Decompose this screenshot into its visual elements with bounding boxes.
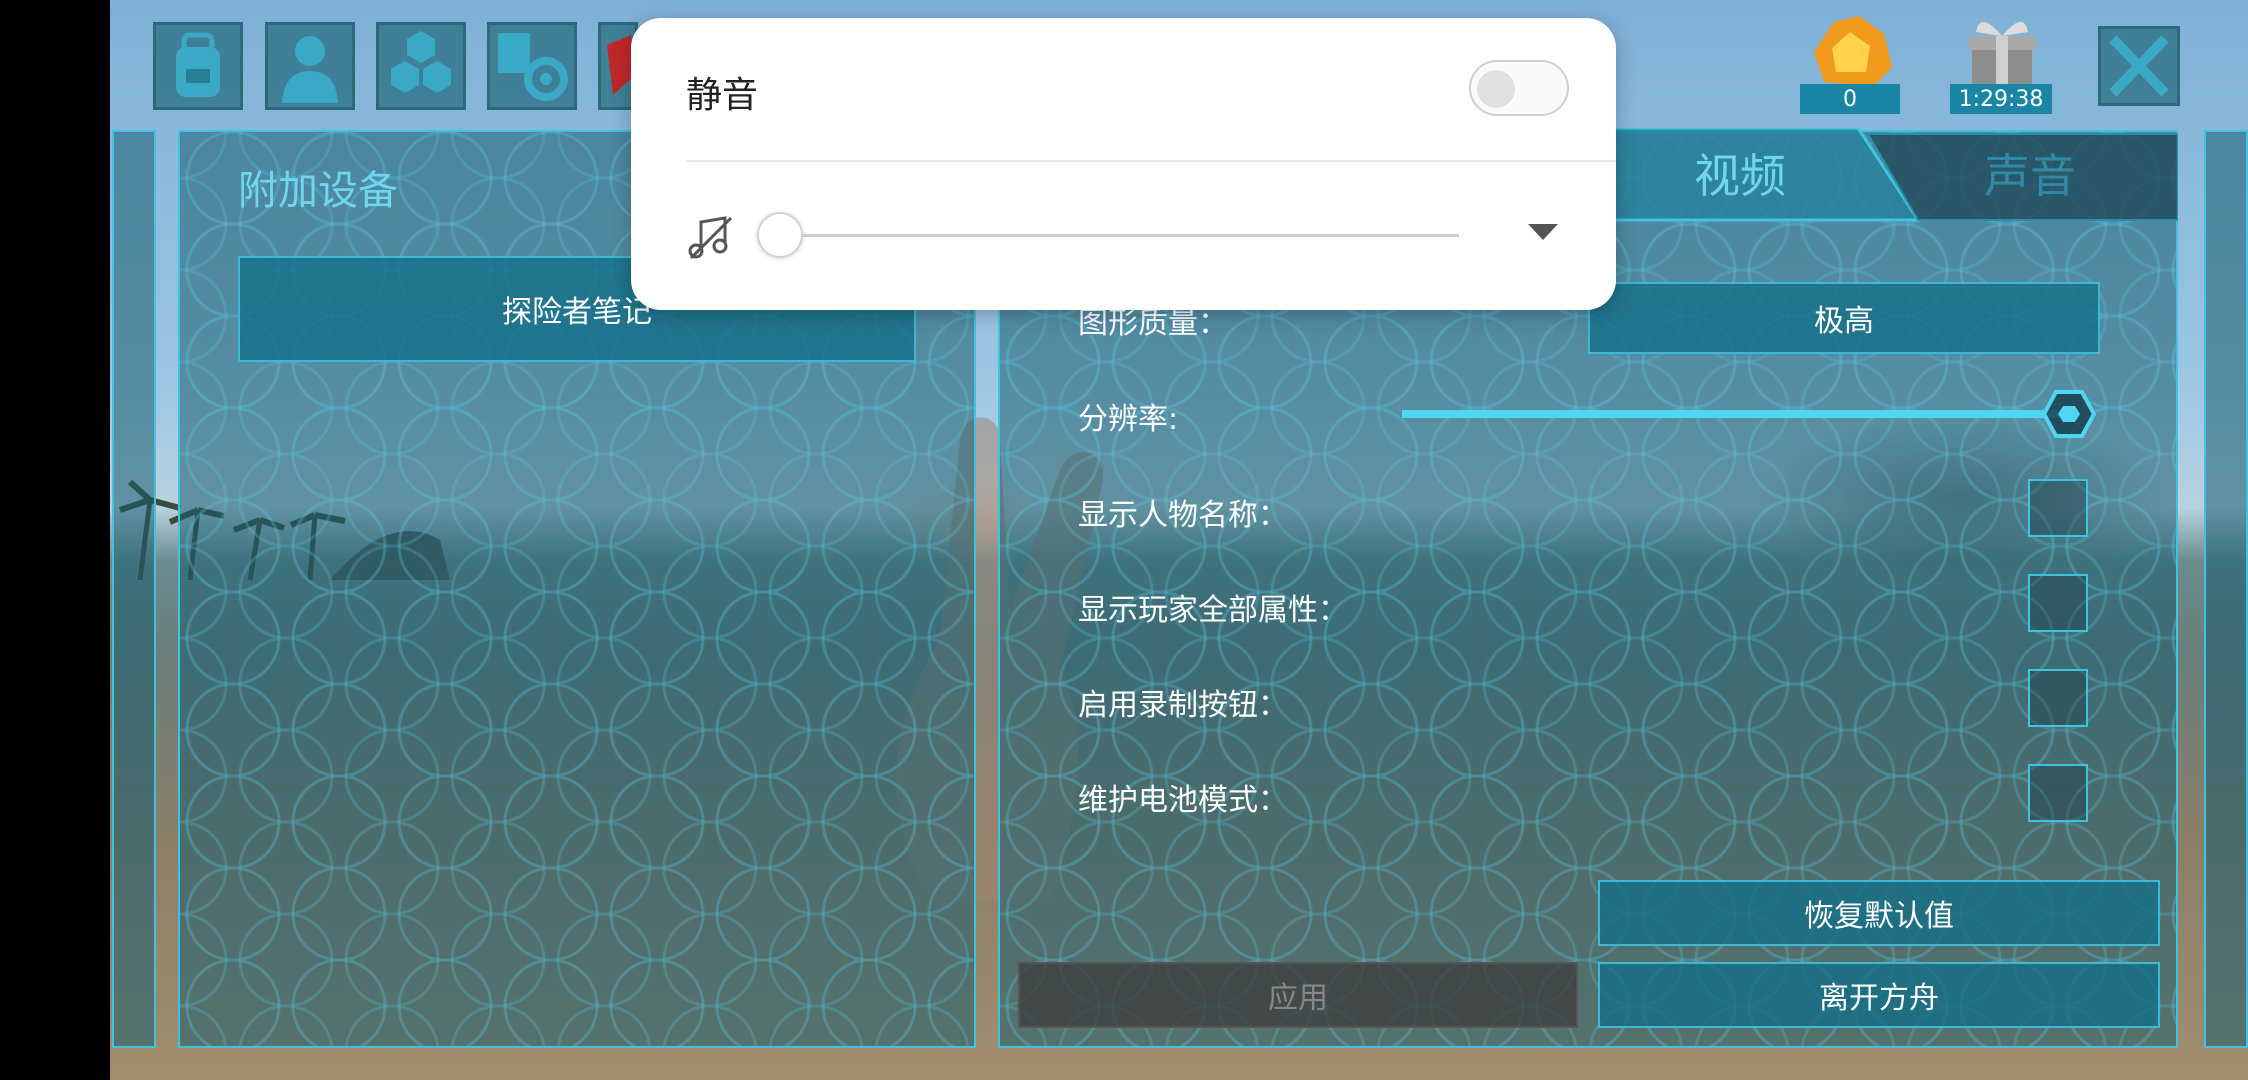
resolution-slider-track[interactable] (1402, 410, 2070, 418)
show-character-names-checkbox[interactable] (2028, 479, 2088, 537)
battery-saver-mode-label: 维护电池模式： (1078, 783, 1288, 818)
engram-settings-icon[interactable] (487, 22, 577, 110)
right-edge-panel (2204, 130, 2248, 1048)
character-profile-icon[interactable] (265, 22, 355, 110)
leave-ark-button[interactable]: 离开方舟 (1598, 962, 2160, 1028)
gift-timer: 1:29:38 (1950, 84, 2052, 114)
close-icon[interactable] (2098, 26, 2180, 106)
restore-defaults-button[interactable]: 恢复默认值 (1598, 880, 2160, 946)
resolution-label: 分辨率: (1078, 402, 1179, 437)
left-edge-panel (112, 130, 156, 1048)
volume-slider-track[interactable] (779, 234, 1459, 237)
music-muted-icon (688, 216, 733, 260)
show-all-player-stats-label: 显示玩家全部属性： (1078, 593, 1348, 628)
enable-record-button-checkbox[interactable] (2028, 669, 2088, 727)
left-letterbox (0, 0, 110, 1080)
apply-button[interactable]: 应用 (1018, 962, 1578, 1028)
mute-toggle[interactable] (1469, 60, 1569, 116)
amber-currency-icon[interactable] (1804, 12, 1899, 92)
currency-count: 0 (1800, 84, 1900, 114)
tab-video[interactable]: 视频 (1640, 128, 1840, 218)
resolution-slider-thumb[interactable] (2042, 388, 2096, 440)
gift-box-icon[interactable] (1958, 12, 2046, 92)
chevron-down-icon[interactable] (1528, 224, 1558, 240)
mute-toggle-knob (1477, 70, 1515, 108)
show-all-player-stats-checkbox[interactable] (2028, 574, 2088, 632)
volume-slider-thumb[interactable] (757, 212, 803, 258)
battery-saver-mode-checkbox[interactable] (2028, 764, 2088, 822)
inventory-backpack-icon[interactable] (153, 22, 243, 110)
game-screen: 0 1:29:38 附加设备 探险者笔记 视频 声音 图形质量： 极高 分辨率:… (0, 0, 2248, 1080)
mute-label: 静音 (686, 75, 759, 116)
popup-divider (686, 160, 1616, 162)
show-character-names-label: 显示人物名称： (1078, 498, 1288, 533)
tab-sound[interactable]: 声音 (1930, 128, 2130, 218)
volume-popup: 静音 (631, 18, 1616, 310)
attachments-title: 附加设备 (238, 168, 398, 214)
enable-record-button-label: 启用录制按钮： (1078, 688, 1288, 723)
tribe-hexagons-icon[interactable] (376, 22, 466, 110)
graphics-quality-select[interactable]: 极高 (1588, 282, 2100, 354)
